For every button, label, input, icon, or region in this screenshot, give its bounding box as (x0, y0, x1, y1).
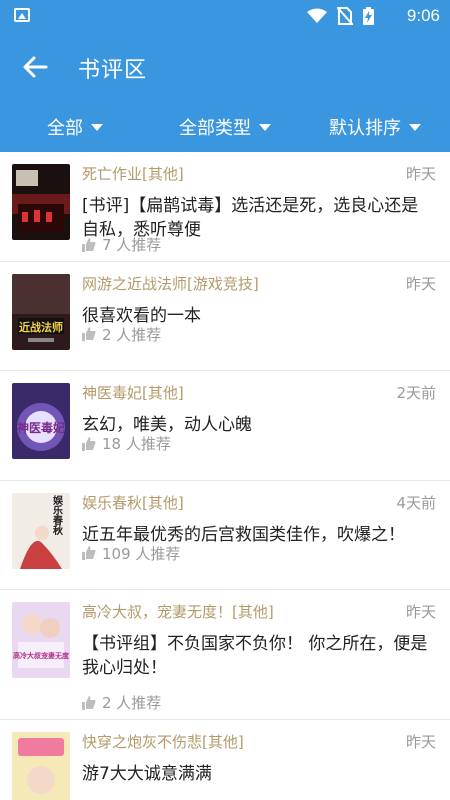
recommend-count: 2 人推荐 (82, 692, 161, 713)
chevron-down-icon (409, 123, 421, 131)
wifi-icon (307, 8, 327, 23)
recommend-count-label: 2 人推荐 (102, 325, 162, 344)
review-item[interactable]: 死亡作业[其他] 昨天 [书评]【扁鹊试毒】选活还是死，选良心还是自私，悉听尊便… (0, 152, 450, 262)
book-title[interactable]: 高冷大叔，宠妻无度！[其他] (82, 601, 274, 622)
chevron-down-icon (91, 123, 103, 131)
thumbs-up-icon (82, 436, 96, 451)
page-title: 书评区 (78, 58, 148, 83)
review-date: 昨天 (405, 274, 436, 293)
filter-category-label: 全部类型 (179, 118, 251, 139)
filter-sort[interactable]: 默认排序 (300, 102, 450, 152)
book-cover-image (12, 164, 70, 240)
review-item[interactable]: 娱乐春秋 娱乐春秋[其他] 4天前 近五年最优秀的后宫救国类佳作，吹爆之！ 10… (0, 481, 450, 590)
recommend-count-label: 7 人推荐 (102, 236, 162, 254)
book-title[interactable]: 网游之近战法师[游戏竞技] (82, 273, 259, 294)
filter-all-label: 全部 (47, 118, 83, 139)
review-text: 游7大大诚意满满 (82, 764, 212, 784)
book-cover-image: 娱乐春秋 (12, 492, 70, 569)
battery-charging-icon (363, 7, 374, 25)
recommend-count: 109 人推荐 (82, 543, 180, 564)
no-sim-icon (337, 7, 353, 25)
review-date: 昨天 (405, 165, 436, 183)
review-text: 【书评组】不负国家不负你！ 你之所在，便是我心归处！ (82, 634, 428, 678)
book-title[interactable]: 神医毒妃[其他] (82, 382, 184, 403)
cover-text: 神医毒妃 (17, 420, 65, 435)
recommend-count: 18 人推荐 (82, 433, 171, 454)
review-item[interactable]: 快穿之炮灰不伤悲[其他] 昨天 游7大大诚意满满 (0, 720, 450, 800)
recommend-count-label: 18 人推荐 (102, 435, 171, 453)
recommend-count: 2 人推荐 (82, 324, 161, 345)
review-date: 昨天 (405, 603, 436, 621)
thumbs-up-icon (82, 546, 96, 560)
review-item[interactable]: 神医毒妃 神医毒妃[其他] 2天前 玄幻，唯美，动人心魄 18 人推荐 (0, 371, 450, 481)
book-cover-image: 神医毒妃 (12, 383, 70, 459)
image-notification-icon (14, 8, 30, 22)
book-title[interactable]: 快穿之炮灰不伤悲[其他] (82, 731, 244, 752)
cover-text: 近战法师 (19, 320, 63, 334)
chevron-down-icon (259, 123, 271, 131)
book-cover-image: 近战法师 (12, 273, 70, 350)
review-date: 2天前 (396, 384, 436, 402)
recommend-count-label: 2 人推荐 (102, 694, 162, 712)
status-time: 9:06 (406, 6, 440, 25)
recommend-count: 7 人推荐 (82, 234, 161, 255)
filter-sort-label: 默认排序 (329, 118, 401, 139)
review-list: 死亡作业[其他] 昨天 [书评]【扁鹊试毒】选活还是死，选良心还是自私，悉听尊便… (0, 152, 450, 800)
book-cover-image (12, 732, 70, 800)
app-bar: 书评区 (0, 32, 450, 102)
filter-bar: 全部 全部类型 默认排序 (0, 102, 450, 152)
cover-text: 高冷大叔宠妻无度 (13, 651, 70, 660)
status-bar: 9:06 (0, 0, 450, 32)
thumbs-up-icon (82, 695, 96, 710)
review-item[interactable]: 近战法师 网游之近战法师[游戏竞技] 昨天 很喜欢看的一本 2 人推荐 (0, 262, 450, 371)
thumbs-up-icon (82, 237, 96, 252)
filter-all[interactable]: 全部 (0, 102, 150, 152)
filter-category[interactable]: 全部类型 (150, 102, 300, 152)
review-item[interactable]: 高冷大叔宠妻无度 高冷大叔，宠妻无度！[其他] 昨天 【书评组】不负国家不负你！… (0, 590, 450, 720)
review-date: 昨天 (405, 733, 436, 751)
book-cover-image: 高冷大叔宠妻无度 (12, 602, 70, 678)
review-date: 4天前 (396, 493, 436, 512)
book-title[interactable]: 死亡作业[其他] (82, 163, 184, 184)
book-title[interactable]: 娱乐春秋[其他] (82, 492, 184, 513)
recommend-count-label: 109 人推荐 (102, 544, 181, 563)
back-arrow-icon[interactable] (20, 52, 50, 82)
thumbs-up-icon (82, 327, 96, 341)
cover-text: 娱乐春秋 (51, 493, 63, 535)
